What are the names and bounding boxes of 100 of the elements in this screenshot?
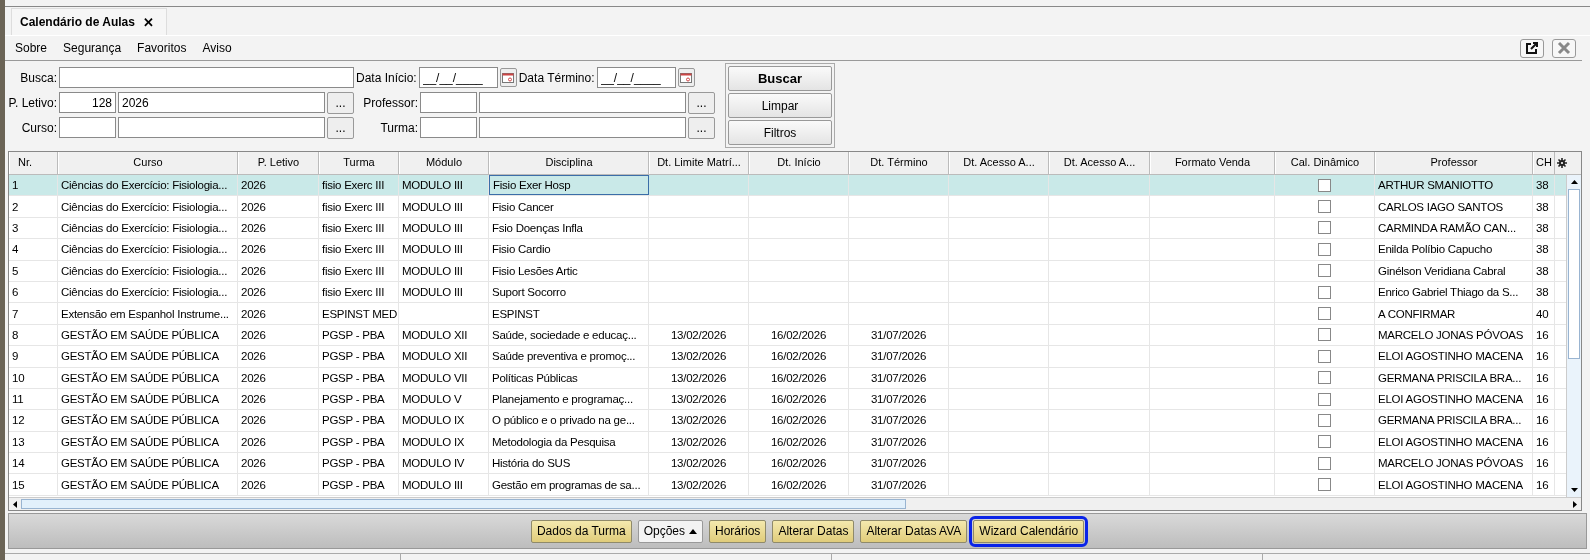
table-row[interactable]: 11 GESTÃO EM SAÚDE PÚBLICA 2026 PGSP - PBA MODULO V Planejamento e programaç... 13/02/2026 16/02/2026 31/07/2026 ELOI AGOSTINHO MACENA 16 — [9, 388, 1566, 411]
table-cell: fisio Exerc III — [322, 221, 385, 234]
checkbox[interactable] — [1318, 221, 1331, 235]
checkbox[interactable] — [1318, 392, 1331, 406]
scroll-down-icon[interactable] — [1570, 488, 1578, 492]
checkbox[interactable] — [1318, 414, 1331, 427]
table-cell: 38 — [1536, 264, 1549, 277]
table-cell: 13/02/2026 — [670, 414, 727, 427]
search-button[interactable]: Filtros — [728, 120, 832, 145]
table-row[interactable]: 10 GESTÃO EM SAÚDE PÚBLICA 2026 PGSP - PBA MODULO VII Políticas Públicas 13/02/2026 16/02/2026 31/07/2026 GERMANA PRISCILA BRA... 16 — [9, 367, 1566, 389]
checkbox[interactable] — [1318, 328, 1331, 342]
checkbox[interactable] — [1318, 242, 1331, 256]
table-cell: 2026 — [241, 307, 266, 320]
table-row[interactable]: 6 Ciências do Exercício: Fisiologia... 2026 fisio Exerc III MODULO III Suport Socorro Enrico Gabriel Thiago da S... 38 — [9, 281, 1566, 304]
column-header[interactable]: Nr. — [9, 152, 58, 174]
code-field[interactable] — [420, 92, 477, 113]
menu-item[interactable]: Aviso — [202, 41, 232, 55]
menu-item[interactable]: Segurança — [63, 41, 122, 55]
column-header[interactable]: Turma — [319, 152, 399, 174]
column-header[interactable]: Dt. Limite Matrí... — [649, 152, 749, 174]
name-field[interactable] — [479, 92, 686, 113]
browse-button[interactable]: ... — [688, 116, 715, 139]
checkbox[interactable] — [1318, 178, 1331, 192]
table-cell: 38 — [1536, 179, 1549, 192]
checkbox[interactable] — [1318, 456, 1331, 470]
column-header[interactable]: CH — [1533, 152, 1555, 174]
column-header[interactable]: Professor — [1375, 152, 1533, 174]
column-header[interactable]: Disciplina — [489, 152, 649, 174]
scroll-left-icon[interactable] — [13, 500, 17, 508]
checkbox[interactable] — [1318, 264, 1331, 278]
table-row[interactable]: 5 Ciências do Exercício: Fisiologia... 2026 fisio Exerc III MODULO III Fisio Lesões Artic Ginélson Veridiana Cabral 38 — [9, 260, 1566, 282]
search-button[interactable]: Limpar — [728, 93, 832, 118]
row-number: 11 — [12, 393, 24, 406]
table-row[interactable]: 13 GESTÃO EM SAÚDE PÚBLICA 2026 PGSP - PBA MODULO IX Metodologia da Pesquisa 13/02/2026 16/02/2026 31/07/2026 ELOI AGOSTINHO MACENA 16 — [9, 431, 1566, 454]
code-field[interactable] — [420, 117, 477, 138]
column-header[interactable]: Cal. Dinâmico — [1275, 152, 1375, 174]
browse-button[interactable]: ... — [327, 91, 354, 114]
table-row[interactable]: 3 Ciências do Exercício: Fisiologia... 2026 fisio Exerc III MODULO III Fsio Doenças Infla CARMINDA RAMÃO CAN... 38 — [9, 217, 1566, 240]
table-row[interactable]: 7 Extensão em Espanhol Instrume... 2026 ESPINST MED ESPINST A CONFIRMAR 40 — [9, 303, 1566, 325]
code-field[interactable]: 128 — [59, 92, 116, 113]
close-icon[interactable] — [1552, 38, 1576, 58]
toolbar-button[interactable]: Alterar Datas — [772, 519, 855, 543]
tab[interactable]: Calendário de Aulas ✕ — [11, 8, 167, 35]
table-row[interactable]: 2 Ciências do Exercício: Fisiologia... 2026 fisio Exerc III MODULO III Fisio Cancer CARLOS IAGO SANTOS 38 — [9, 196, 1566, 218]
scroll-up-icon[interactable] — [1570, 180, 1578, 184]
name-field[interactable] — [118, 117, 325, 138]
code-field[interactable] — [59, 117, 116, 138]
table-cell: ELOI AGOSTINHO MACENA — [1378, 435, 1523, 448]
checkbox[interactable] — [1318, 307, 1331, 321]
table-row[interactable]: 9 GESTÃO EM SAÚDE PÚBLICA 2026 PGSP - PBA MODULO XII Saúde preventiva e promoç... 13/02/2026 16/02/2026 31/07/2026 ELOI AGOSTINHO MACENA 16 — [9, 346, 1566, 368]
browse-button[interactable]: ... — [327, 116, 354, 139]
table-row[interactable]: 14 GESTÃO EM SAÚDE PÚBLICA 2026 PGSP - PBA MODULO IV História do SUS 13/02/2026 16/02/2026 31/07/2026 MARCELO JONAS PÓVOAS 16 — [9, 453, 1566, 475]
menu-button[interactable]: Opções — [637, 519, 703, 543]
menu-item[interactable]: Favoritos — [137, 41, 187, 55]
toolbar-button[interactable]: Horários — [709, 519, 767, 543]
scrollbar[interactable] — [9, 497, 1581, 510]
column-header[interactable]: Curso — [58, 152, 238, 174]
column-header[interactable]: Dt. Início — [749, 152, 849, 174]
search-field[interactable] — [59, 67, 354, 88]
row-number: 2 — [12, 200, 19, 213]
search-button[interactable]: Buscar — [728, 66, 832, 91]
checkbox[interactable] — [1318, 200, 1331, 214]
column-header[interactable]: Dt. Acesso A... — [1049, 152, 1150, 174]
column-header[interactable]: P. Letivo — [238, 152, 319, 174]
name-field[interactable] — [479, 117, 686, 138]
table-cell: 16/02/2026 — [770, 328, 827, 341]
table-cell: GESTÃO EM SAÚDE PÚBLICA — [61, 371, 219, 384]
browse-button[interactable]: ... — [688, 91, 715, 114]
checkbox[interactable] — [1318, 285, 1331, 299]
popout-icon[interactable] — [1520, 38, 1544, 58]
table-row[interactable]: 15 GESTÃO EM SAÚDE PÚBLICA 2026 PGSP - PBA MODULO III Gestão em programas de sa... 13/02/2026 16/02/2026 31/07/2026 ELOI AGOSTINHO MACENA 16 — [9, 474, 1566, 496]
checkbox[interactable] — [1318, 435, 1331, 449]
table-cell: 13/02/2026 — [670, 328, 727, 341]
table-row[interactable]: 8 GESTÃO EM SAÚDE PÚBLICA 2026 PGSP - PBA MODULO XII Saúde, sociedade e educaç... 13/02/2026 16/02/2026 31/07/2026 MARCELO JONAS PÓVOAS 16 — [9, 324, 1566, 347]
column-header[interactable]: Formato Venda — [1150, 152, 1275, 174]
close-icon[interactable]: ✕ — [142, 14, 154, 30]
table-row[interactable]: 1 Ciências do Exercício: Fisiologia... 2026 fisio Exerc III MODULO III Fisio Exer Hosp ARTHUR SMANIOTTO 38 — [9, 175, 1566, 197]
field-label: Curso: — [20, 120, 57, 135]
date-field[interactable]: __/__/____ — [596, 67, 676, 88]
scroll-right-icon[interactable] — [1573, 500, 1577, 508]
column-header[interactable]: Módulo — [399, 152, 489, 174]
table-cell: Extensão em Espanhol Instrume... — [61, 307, 229, 320]
table-cell: 31/07/2026 — [870, 457, 927, 470]
toolbar-button[interactable]: Dados da Turma — [530, 519, 632, 543]
table-row[interactable]: 12 GESTÃO EM SAÚDE PÚBLICA 2026 PGSP - PBA MODULO IX O público e o privado na ge... 13/02/2026 16/02/2026 31/07/2026 GERMANA PRISCILA BRA... 16 — [9, 410, 1566, 432]
toolbar-button[interactable]: Alterar Datas AVA — [860, 519, 968, 543]
table-row[interactable]: 4 Ciências do Exercício: Fisiologia... 2026 fisio Exerc III MODULO III Fisio Cardio Enilda Políbio Capucho 38 — [9, 239, 1566, 261]
scrollbar[interactable] — [1566, 175, 1581, 497]
name-field[interactable]: 2026 — [118, 92, 325, 113]
checkbox[interactable] — [1318, 478, 1331, 492]
checkbox[interactable] — [1318, 371, 1331, 385]
table-cell: MODULO IV — [402, 457, 465, 470]
menu-item[interactable]: Sobre — [15, 41, 48, 55]
column-header[interactable]: Dt. Acesso A... — [949, 152, 1049, 174]
date-field[interactable]: __/__/____ — [418, 67, 498, 88]
column-header[interactable]: Dt. Término — [849, 152, 949, 174]
calendar-icon[interactable] — [677, 68, 695, 87]
table-cell: ELOI AGOSTINHO MACENA — [1378, 478, 1523, 491]
calendar-icon[interactable] — [499, 68, 517, 87]
checkbox[interactable] — [1318, 349, 1331, 363]
